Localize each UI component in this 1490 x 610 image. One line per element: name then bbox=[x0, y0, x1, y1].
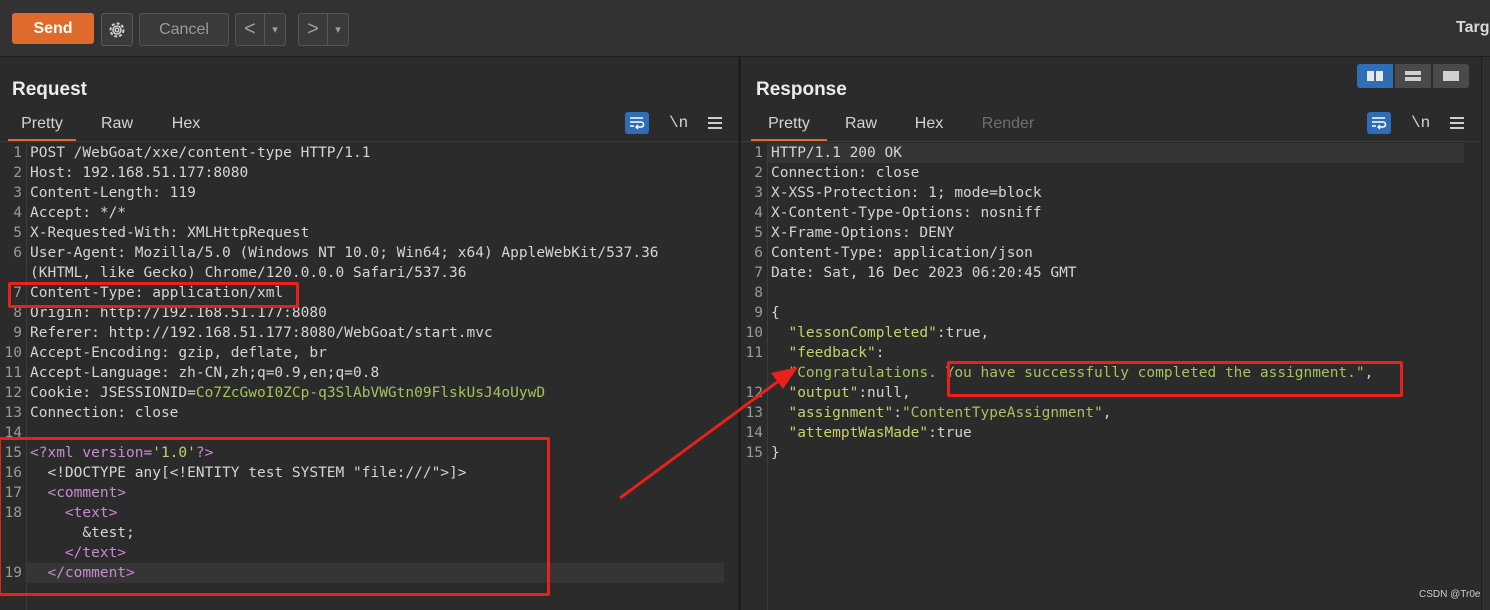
watermark: CSDN @Tr0e bbox=[1419, 589, 1481, 600]
annotation-arrow bbox=[619, 367, 798, 500]
